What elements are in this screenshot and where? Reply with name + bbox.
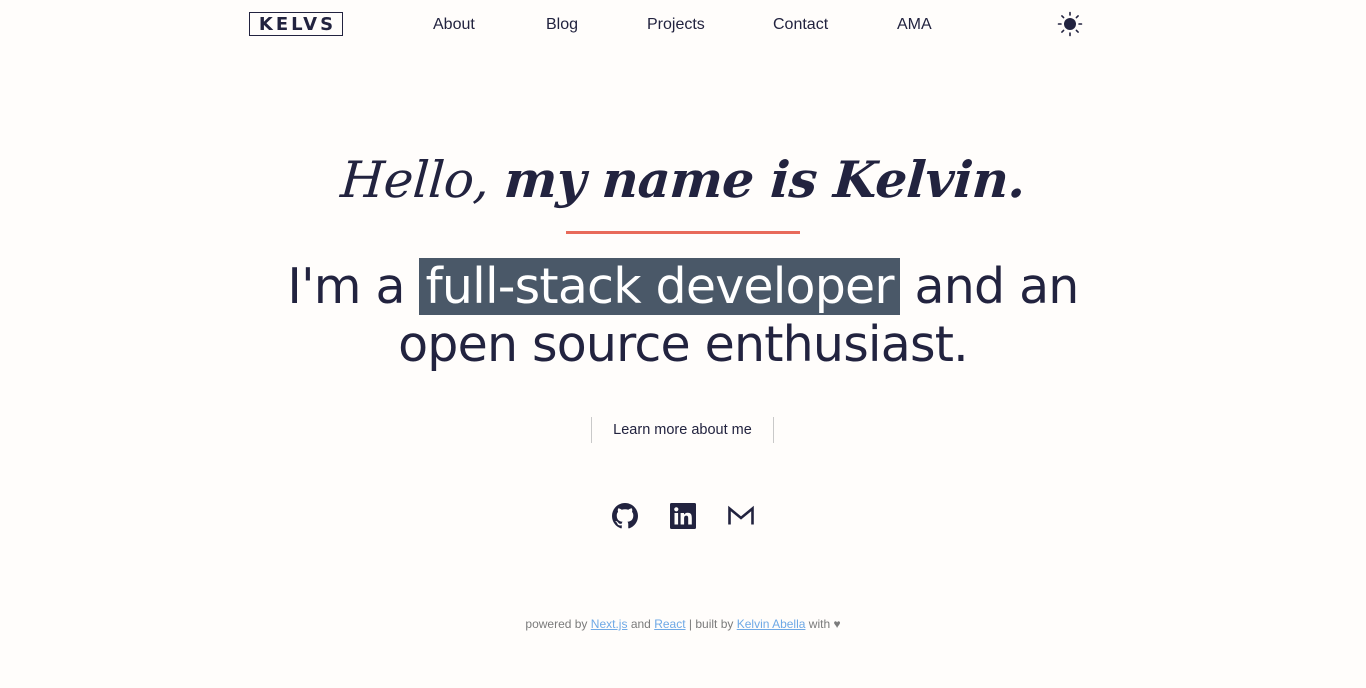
- linkedin-icon: [670, 503, 696, 529]
- site-footer: powered by Next.js and React | built by …: [0, 616, 1366, 632]
- nav-item-about[interactable]: About: [433, 14, 475, 36]
- main-nav: About Blog Projects Contact AMA: [0, 14, 1366, 36]
- tagline-after: and an: [914, 258, 1080, 315]
- theme-toggle-button[interactable]: [1056, 10, 1084, 38]
- site-header: KELVS About Blog Projects Contact AMA: [0, 0, 1366, 50]
- github-icon: [612, 503, 638, 529]
- greeting-name: my name is Kelvin.: [502, 150, 1028, 209]
- tagline-line2: open source enthusiast.: [398, 316, 969, 373]
- footer-and: and: [630, 617, 651, 631]
- sun-icon: [1057, 11, 1083, 37]
- tagline-highlight: full-stack developer: [419, 258, 900, 315]
- email-link[interactable]: [727, 502, 755, 530]
- github-link[interactable]: [611, 502, 639, 530]
- nav-item-contact[interactable]: Contact: [773, 14, 828, 36]
- gmail-icon: [728, 505, 754, 525]
- footer-powered-by: powered by: [525, 617, 588, 631]
- nav-item-projects[interactable]: Projects: [647, 14, 705, 36]
- react-link[interactable]: React: [654, 617, 685, 631]
- greeting-underline: [566, 231, 800, 234]
- tagline-before: I'm a: [287, 258, 405, 315]
- nav-item-ama[interactable]: AMA: [897, 14, 932, 36]
- learn-more-button[interactable]: Learn more about me: [591, 417, 774, 443]
- heart-icon: ♥: [833, 617, 841, 631]
- nav-item-blog[interactable]: Blog: [546, 14, 578, 36]
- footer-built-by: | built by: [688, 617, 734, 631]
- linkedin-link[interactable]: [669, 502, 697, 530]
- nextjs-link[interactable]: Next.js: [591, 617, 628, 631]
- footer-with: with: [808, 617, 831, 631]
- hero-tagline: I'm a full-stack developer and an open s…: [0, 258, 1366, 374]
- greeting-hello: Hello,: [338, 151, 492, 209]
- author-link[interactable]: Kelvin Abella: [737, 617, 806, 631]
- hero-greeting: Hello, my name is Kelvin.: [0, 140, 1366, 220]
